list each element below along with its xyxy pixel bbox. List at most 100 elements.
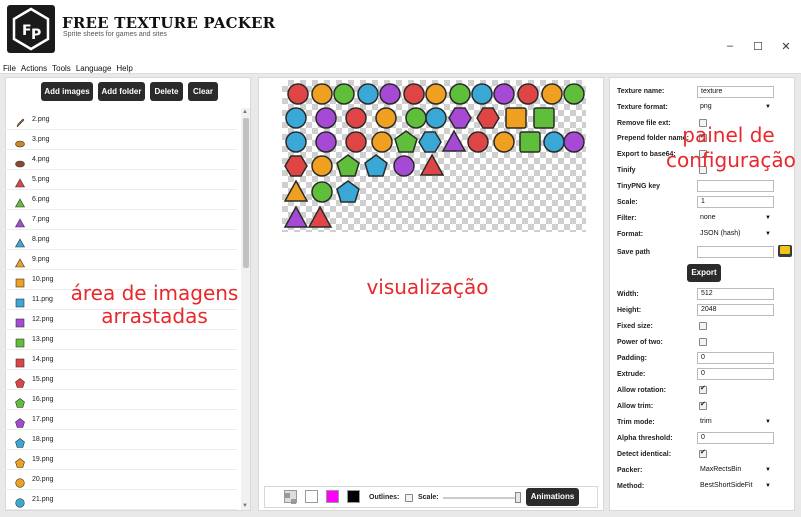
tinify-label: Tinify (617, 167, 636, 174)
height-input[interactable]: 2048 (697, 304, 774, 316)
list-item[interactable]: 8.png (5, 230, 237, 250)
alpha-threshold-input[interactable]: 0 (697, 432, 774, 444)
format-select[interactable]: JSON (hash) ▼ (697, 228, 774, 240)
triangle-icon (14, 195, 26, 208)
sprite-frame (405, 107, 427, 129)
filter-select[interactable]: none ▼ (697, 212, 774, 224)
padding-label: Padding: (617, 355, 647, 362)
detect-identical-label: Detect identical: (617, 451, 672, 458)
transparent-bg-swatch[interactable] (284, 490, 297, 504)
chevron-down-icon: ▼ (765, 215, 771, 221)
add-folder-button[interactable]: Add folder (98, 82, 145, 101)
list-item-label: 20.png (32, 476, 54, 483)
detect-identical-checkbox[interactable] (699, 448, 707, 458)
pentagon-icon (15, 395, 25, 408)
list-item[interactable]: 19.png (5, 450, 237, 470)
format-label: Format: (617, 231, 644, 238)
list-item[interactable]: 6.png (5, 190, 237, 210)
sprite-sheet-graphic (283, 83, 585, 228)
list-item[interactable]: 20.png (5, 470, 237, 490)
power-of-two-checkbox[interactable] (699, 338, 707, 346)
svg-text:P: P (31, 27, 41, 43)
annotation-line: painel de (682, 123, 775, 147)
outlines-label: Outlines: (369, 494, 400, 501)
allow-rotation-checkbox[interactable] (699, 384, 707, 394)
sprite-frame (345, 131, 367, 153)
trim-mode-label: Trim mode: (617, 419, 655, 426)
list-item[interactable]: 4.png (5, 150, 237, 170)
trim-mode-select[interactable]: trim ▼ (697, 416, 774, 428)
sprite-frame (419, 153, 445, 176)
sprite-frame (315, 131, 337, 153)
list-item[interactable]: 17.png (5, 410, 237, 430)
scale-slider[interactable] (443, 497, 519, 499)
save-path-label: Save path (617, 249, 651, 256)
list-item[interactable]: 21.png (5, 490, 237, 510)
animations-button[interactable]: Animations (526, 488, 579, 506)
alpha-threshold-label: Alpha threshold: (617, 435, 673, 442)
delete-button[interactable]: Delete (150, 82, 183, 101)
list-item[interactable]: 14.png (5, 350, 237, 370)
maximize-button[interactable]: ☐ (748, 40, 768, 53)
list-item[interactable]: 2.png (5, 110, 237, 130)
sprite-frame (311, 83, 333, 105)
menu-file[interactable]: File (0, 61, 18, 73)
export-button[interactable]: Export (687, 264, 721, 282)
sprite-frame (403, 83, 425, 105)
list-item-label: 16.png (32, 396, 54, 403)
sprite-frame (393, 155, 415, 177)
triangle-icon (14, 175, 26, 188)
scroll-down-icon[interactable]: ▼ (242, 503, 248, 509)
tinypng-key-input[interactable] (697, 180, 774, 192)
sprite-sheet-preview (282, 80, 586, 232)
black-bg-swatch[interactable] (347, 490, 360, 503)
extrude-input[interactable]: 0 (697, 368, 774, 380)
scale-input[interactable]: 1 (697, 196, 774, 208)
magenta-bg-swatch[interactable] (326, 490, 339, 503)
list-item[interactable]: 5.png (5, 170, 237, 190)
sprite-frame (563, 131, 585, 153)
white-bg-swatch[interactable] (305, 490, 318, 503)
packer-select[interactable]: MaxRectsBin ▼ (697, 464, 774, 476)
menu-tools[interactable]: Tools (49, 61, 73, 73)
list-item[interactable]: 15.png (5, 370, 237, 390)
chevron-down-icon: ▼ (765, 104, 771, 110)
scale-slider-handle[interactable] (515, 492, 521, 503)
texture-format-select[interactable]: png ▼ (697, 101, 774, 113)
list-item-label: 15.png (32, 376, 54, 383)
menu-help[interactable]: Help (113, 61, 134, 73)
width-input[interactable]: 512 (697, 288, 774, 300)
clear-button[interactable]: Clear (188, 82, 218, 101)
remove-file-ext-label: Remove file ext: (617, 120, 671, 127)
list-item[interactable]: 13.png (5, 330, 237, 350)
fixed-size-checkbox[interactable] (699, 322, 707, 330)
list-item-label: 12.png (32, 316, 54, 323)
close-button[interactable]: ✕ (776, 40, 796, 53)
list-item[interactable]: 18.png (5, 430, 237, 450)
list-item[interactable]: 9.png (5, 250, 237, 270)
sprite-frame (315, 107, 337, 129)
title-bar: F P FREE TEXTURE PACKER Sprite sheets fo… (0, 0, 801, 58)
sprite-frame (364, 154, 388, 177)
app-title: FREE TEXTURE PACKER (62, 14, 276, 32)
folder-icon[interactable] (778, 245, 792, 257)
scroll-thumb[interactable] (243, 118, 249, 268)
app-subtitle: Sprite sheets for games and sites (63, 31, 167, 38)
list-item[interactable]: 3.png (5, 130, 237, 150)
list-item[interactable]: 7.png (5, 210, 237, 230)
allow-trim-checkbox[interactable] (699, 400, 707, 410)
minimize-button[interactable]: – (720, 40, 740, 52)
sprite-frame (471, 83, 493, 105)
method-select[interactable]: BestShortSideFit ▼ (697, 480, 774, 492)
sprite-frame (519, 131, 541, 153)
sprite-frame (467, 131, 489, 153)
save-path-input[interactable] (697, 246, 774, 258)
texture-name-input[interactable]: texture (697, 86, 774, 98)
outlines-checkbox[interactable] (405, 494, 413, 502)
menu-language[interactable]: Language (73, 61, 114, 73)
padding-input[interactable]: 0 (697, 352, 774, 364)
scroll-up-icon[interactable]: ▲ (242, 109, 248, 115)
add-images-button[interactable]: Add images (41, 82, 93, 101)
list-item[interactable]: 16.png (5, 390, 237, 410)
menu-actions[interactable]: Actions (18, 61, 49, 73)
